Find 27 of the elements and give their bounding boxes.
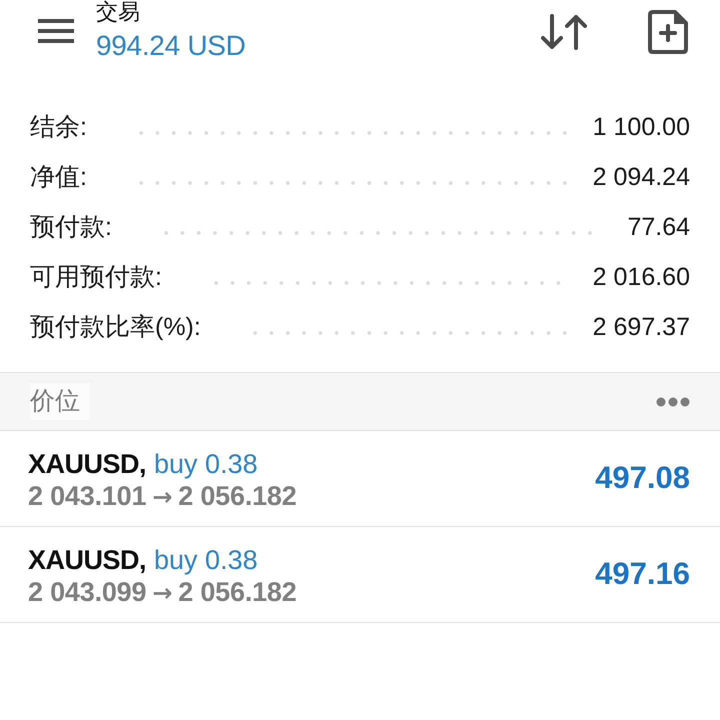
summary-value: 2 016.60 <box>592 262 690 294</box>
summary-label: 预付款: <box>30 212 112 244</box>
screen-title: 交易 <box>96 0 140 24</box>
position-row[interactable]: XAUUSD, buy 0.38 2 043.101 → 2 056.182 497.08 <box>0 431 720 527</box>
position-profit: 497.08 <box>595 459 690 498</box>
position-prices: 2 043.101 → 2 056.182 <box>28 480 297 512</box>
position-order: buy 0.38 <box>154 448 258 480</box>
position-prices: 2 043.099 → 2 056.182 <box>28 576 297 608</box>
section-title: 价位 <box>30 382 90 420</box>
summary-label: 结余: <box>30 112 87 144</box>
position-symbol: XAUUSD, <box>28 544 146 576</box>
position-profit: 497.16 <box>595 555 690 594</box>
summary-value: 2 094.24 <box>592 162 690 194</box>
summary-value: 1 100.00 <box>592 112 690 144</box>
account-balance: 994.24 USD <box>96 29 246 63</box>
new-document-icon[interactable] <box>648 10 688 54</box>
summary-value: 77.64 <box>627 212 690 244</box>
summary-label: 净值: <box>30 162 87 194</box>
menu-icon[interactable] <box>38 19 74 43</box>
summary-label: 可用预付款: <box>30 262 162 294</box>
position-row[interactable]: XAUUSD, buy 0.38 2 043.099 → 2 056.182 497.16 <box>0 527 720 623</box>
summary-value: 2 697.37 <box>592 312 690 344</box>
more-icon[interactable] <box>656 396 690 406</box>
sort-icon[interactable] <box>540 14 588 50</box>
position-order: buy 0.38 <box>154 544 258 576</box>
position-symbol: XAUUSD, <box>28 448 146 480</box>
summary-label: 预付款比率(%): <box>30 312 201 344</box>
